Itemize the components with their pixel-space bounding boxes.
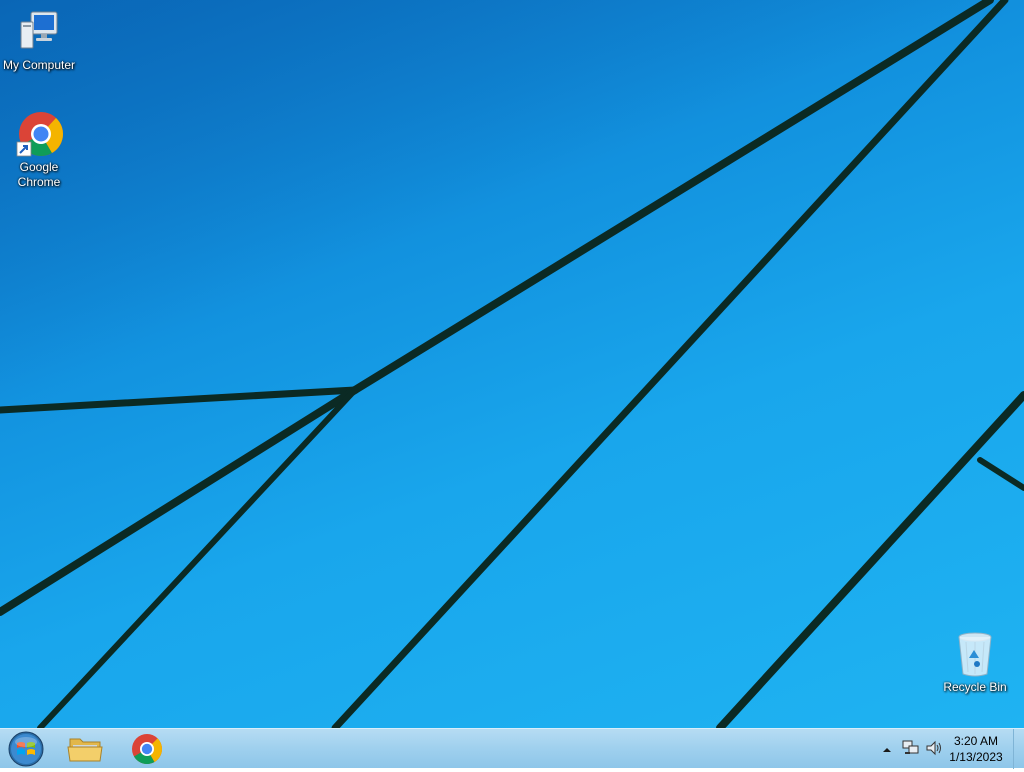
clock-date: 1/13/2023 [949,750,1003,764]
system-tray: 3:20 AM 1/13/2023 [864,729,1024,769]
volume-icon[interactable] [925,740,943,761]
show-desktop-button[interactable] [1013,729,1024,769]
clock-time: 3:20 AM [953,734,999,748]
desktop-icon-label: Google Chrome [17,160,61,189]
recycle-bin-icon [951,630,999,678]
taskbar: 3:20 AM 1/13/2023 [0,728,1024,769]
desktop-icon-label: My Computer [2,58,76,72]
folder-icon [67,738,103,762]
wallpaper [0,0,1024,728]
desktop-icon-google-chrome[interactable]: Google Chrome [0,110,78,190]
desktop-icon-recycle-bin[interactable]: Recycle Bin [936,630,1014,695]
clock[interactable]: 3:20 AM 1/13/2023 [944,733,1008,765]
taskbar-file-explorer-button[interactable] [58,731,112,767]
computer-icon [15,8,63,56]
desktop-icon-label: Recycle Bin [943,680,1007,694]
chrome-icon [132,734,162,765]
start-button[interactable] [6,731,46,767]
desktop-icon-my-computer[interactable]: My Computer [0,8,78,73]
desktop[interactable]: My Computer Google Chrome Recycle Bin [0,0,1024,728]
taskbar-chrome-button[interactable] [120,731,174,767]
network-icon[interactable] [902,740,920,761]
windows-orb-icon [8,731,44,767]
chrome-icon [15,110,63,158]
show-hidden-icons-icon[interactable] [882,742,892,760]
